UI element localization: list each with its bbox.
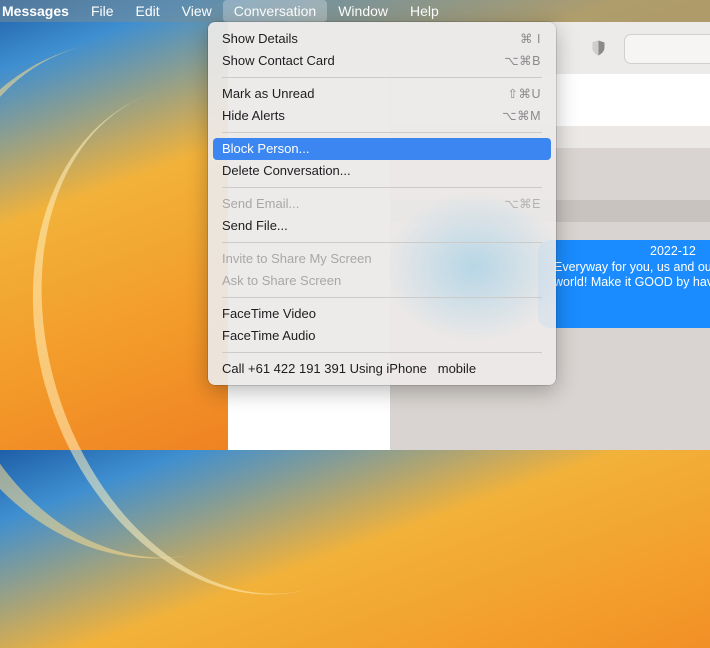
menu-item-shortcut: ⇧⌘U [507,87,541,101]
menu-item-label: Hide Alerts [222,108,285,123]
menu-item-shortcut: ⌘ I [520,32,541,46]
menubar-conversation[interactable]: Conversation [222,0,328,22]
menu-item-label: Send Email... [222,196,300,211]
menu-separator [222,132,542,133]
message-text-line: Everyway for you, us and ou [554,259,710,274]
menu-item-send-file[interactable]: Send File... [213,215,551,237]
call-sublabel: mobile [437,361,477,376]
menu-item-hide-alerts[interactable]: Hide Alerts ⌥⌘M [213,105,551,127]
menu-item-block-person[interactable]: Block Person... [213,138,551,160]
menu-item-shortcut: ⌥⌘B [504,54,541,68]
menu-item-label: Show Details [222,31,298,46]
menu-item-delete-conversation[interactable]: Delete Conversation... [213,160,551,182]
menu-item-mark-as-unread[interactable]: Mark as Unread ⇧⌘U [213,83,551,105]
menu-separator [222,187,542,188]
menu-item-show-contact-card[interactable]: Show Contact Card ⌥⌘B [213,50,551,72]
menu-item-facetime-audio[interactable]: FaceTime Audio [213,325,551,347]
menubar-view[interactable]: View [171,0,223,22]
menubar-help[interactable]: Help [399,0,450,22]
menu-item-label: Show Contact Card [222,53,335,68]
conversation-menu: Show Details ⌘ I Show Contact Card ⌥⌘B M… [208,22,564,385]
menu-item-label: Mark as Unread [222,86,315,101]
menu-item-shortcut: ⌥⌘E [504,197,541,211]
menu-item-show-details[interactable]: Show Details ⌘ I [213,28,551,50]
menu-item-facetime-video[interactable]: FaceTime Video [213,303,551,325]
menu-item-ask-share-screen[interactable]: Ask to Share Screen [213,270,551,292]
menu-item-label: Send File... [222,218,288,233]
menubar-file[interactable]: File [80,0,125,22]
message-text-line: world! Make it GOOD by hav [554,275,710,289]
menubar-edit[interactable]: Edit [125,0,171,22]
call-label: Call +61 422 191 391 Using iPhone [222,361,427,376]
menu-item-label: Block Person... [222,141,310,156]
menubar-messages[interactable]: Messages [0,0,80,22]
menu-separator [222,77,542,78]
menu-item-label: FaceTime Audio [222,328,316,343]
menu-separator [222,352,542,353]
menu-item-label: FaceTime Video [222,306,316,321]
menu-item-call-iphone[interactable]: Call +61 422 191 391 Using iPhone mobile [213,358,551,380]
menu-item-label: Invite to Share My Screen [222,251,372,266]
menu-item-invite-share-screen[interactable]: Invite to Share My Screen [213,248,551,270]
menu-item-shortcut: ⌥⌘M [502,109,541,123]
menu-bar: Messages File Edit View Conversation Win… [0,0,710,22]
shield-icon[interactable] [592,40,605,56]
menu-separator [222,297,542,298]
search-input[interactable] [624,34,710,64]
menu-item-label: Call +61 422 191 391 Using iPhone mobile [222,361,476,376]
menu-item-send-email[interactable]: Send Email... ⌥⌘E [213,193,551,215]
message-timestamp: 2022-12 [650,244,696,258]
menu-item-label: Delete Conversation... [222,163,351,178]
menu-separator [222,242,542,243]
menubar-window[interactable]: Window [327,0,399,22]
menu-item-label: Ask to Share Screen [222,273,342,288]
